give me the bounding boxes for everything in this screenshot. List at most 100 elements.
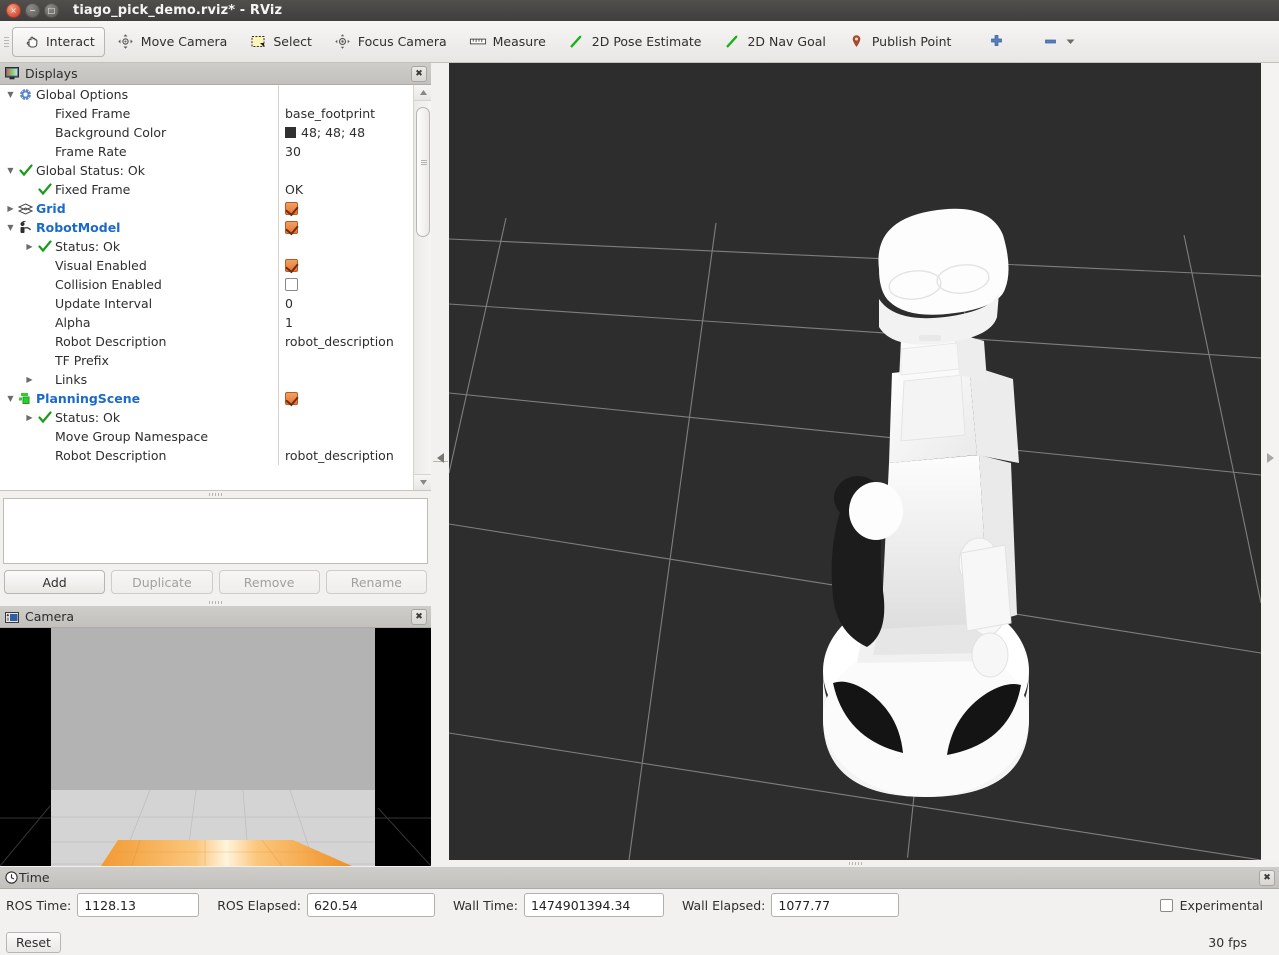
display-tree-row[interactable]: PlanningScene [0,389,413,408]
displays-splitter[interactable] [0,491,431,498]
display-tree-row[interactable]: Collision Enabled [0,275,413,294]
experimental-checkbox-group[interactable]: Experimental [1159,898,1273,913]
display-tree-row[interactable]: Visual Enabled [0,256,413,275]
display-tree-row[interactable]: Links [0,370,413,389]
display-tree-row[interactable]: Alpha 1 [0,313,413,332]
display-tree-row-label: Global Status: Ok [36,163,145,178]
tool-2d-pose-estimate[interactable]: 2D Pose Estimate [558,27,712,57]
display-enabled-checkbox[interactable] [285,392,298,405]
scrollbar-thumb[interactable] [416,107,430,237]
expand-arrow-right-icon[interactable] [23,376,36,384]
left-collapse-arrow-icon[interactable] [437,453,445,466]
expand-arrow-right-icon[interactable] [23,243,36,251]
camera-render-view[interactable] [0,628,431,866]
display-tree-row-value-cell[interactable] [278,218,413,237]
bottom-splitter[interactable] [449,860,1261,867]
tool-2d-nav-goal[interactable]: 2D Nav Goal [713,27,835,57]
display-tree-row[interactable]: TF Prefix [0,351,413,370]
display-tree-row[interactable]: Status: Ok [0,408,413,427]
window-minimize-button[interactable]: − [25,3,40,18]
display-tree-row[interactable]: Robot Description robot_description [0,446,413,465]
time-field-input[interactable]: 1077.77 [771,893,900,917]
scrollbar-grip-icon [421,160,427,165]
display-tree-row[interactable]: Robot Description robot_description [0,332,413,351]
description-box [3,498,428,564]
display-tree-row[interactable]: Global Options [0,85,413,104]
display-tree-row[interactable]: Update Interval 0 [0,294,413,313]
expand-arrow-down-icon[interactable] [4,395,17,403]
display-tree-row-value-cell[interactable]: robot_description [278,332,413,351]
expand-arrow-right-icon[interactable] [4,205,17,213]
tool-interact[interactable]: Interact [12,26,105,57]
display-tree-row-value-cell[interactable]: 1 [278,313,413,332]
displays-scrollbar[interactable] [413,85,432,490]
camera-splitter[interactable] [0,599,431,606]
display-tree-row[interactable]: Frame Rate 30 [0,142,413,161]
ruler-icon [469,33,487,51]
display-tree-row-name-cell: Robot Description [0,332,278,351]
tool-select[interactable]: Select [239,27,322,57]
display-tree-row-value-cell[interactable] [278,161,413,180]
add-button[interactable]: Add [4,570,106,594]
display-tree-row-value-cell[interactable]: OK [278,180,413,199]
display-tree-row[interactable]: Status: Ok [0,237,413,256]
tool-move-camera[interactable]: Move Camera [107,27,238,57]
title-bar: × − □ tiago_pick_demo.rviz* - RViz [0,0,1279,21]
display-tree-row-value-cell[interactable]: robot_description [278,446,413,465]
displays-panel-close-icon[interactable]: ✖ [411,65,427,82]
expand-arrow-right-icon[interactable] [23,414,36,422]
chevron-down-icon[interactable] [1065,33,1076,51]
time-field-input[interactable]: 1128.13 [77,893,200,917]
tool-focus-camera[interactable]: Focus Camera [324,27,457,57]
display-tree-row[interactable]: Fixed Frame OK [0,180,413,199]
display-tree-row[interactable]: Global Status: Ok [0,161,413,180]
displays-panel-title: Displays [25,66,78,81]
display-tree-row-value-cell[interactable] [278,427,413,446]
display-enabled-checkbox[interactable] [285,202,298,215]
display-tree-row-value-cell[interactable]: base_footprint [278,104,413,123]
window-close-button[interactable]: × [6,3,21,18]
time-field-input[interactable]: 620.54 [306,893,435,917]
display-tree-row-value-cell[interactable]: 0 [278,294,413,313]
3d-render-view[interactable] [449,63,1261,860]
right-collapse-arrow-icon[interactable] [1266,453,1274,466]
display-tree-row[interactable]: Background Color 48; 48; 48 [0,123,413,142]
expand-arrow-down-icon[interactable] [4,224,17,232]
time-field-input[interactable]: 1474901394.34 [523,893,664,917]
display-tree-row-value-cell[interactable]: 30 [278,142,413,161]
camera-panel-close-icon[interactable]: ✖ [411,608,427,625]
displays-tree[interactable]: Global Options Fixed Frame base_footprint B… [0,85,413,490]
tool-measure[interactable]: Measure [459,27,556,57]
display-tree-row-value-cell[interactable] [278,199,413,218]
time-field-label: Wall Time: [452,897,518,913]
expand-arrow-down-icon[interactable] [4,91,17,99]
time-panel-close-icon[interactable]: ✖ [1259,869,1275,886]
display-enabled-checkbox[interactable] [285,259,298,272]
display-tree-row-value-cell[interactable] [278,389,413,408]
add-tool-button[interactable] [977,27,1015,57]
display-tree-row-value-cell[interactable] [278,275,413,294]
display-enabled-checkbox[interactable] [285,221,298,234]
display-tree-row-value-cell[interactable] [278,85,413,104]
display-tree-row-value-cell[interactable] [278,256,413,275]
display-tree-row-value-cell[interactable] [278,351,413,370]
display-tree-row-value-cell[interactable]: 48; 48; 48 [278,123,413,142]
display-tree-row[interactable]: RobotModel [0,218,413,237]
display-tree-row-value-cell[interactable] [278,237,413,256]
experimental-checkbox[interactable] [1159,898,1173,912]
remove-tool-button[interactable] [1031,27,1086,57]
toolbar-drag-handle[interactable] [2,29,11,55]
display-tree-row-value-cell[interactable] [278,408,413,427]
display-tree-row-value-cell[interactable] [278,370,413,389]
expand-arrow-down-icon[interactable] [4,167,17,175]
display-tree-row[interactable]: Fixed Frame base_footprint [0,104,413,123]
time-field: ROS Time: 1128.13 [6,893,200,917]
scroll-up-button[interactable] [414,85,432,101]
display-tree-row[interactable]: Move Group Namespace [0,427,413,446]
reset-button[interactable]: Reset [6,931,61,953]
scroll-down-button[interactable] [414,474,432,490]
display-enabled-checkbox[interactable] [285,278,298,291]
display-tree-row[interactable]: Grid [0,199,413,218]
window-maximize-button[interactable]: □ [44,3,59,18]
tool-publish-point[interactable]: Publish Point [838,27,962,57]
